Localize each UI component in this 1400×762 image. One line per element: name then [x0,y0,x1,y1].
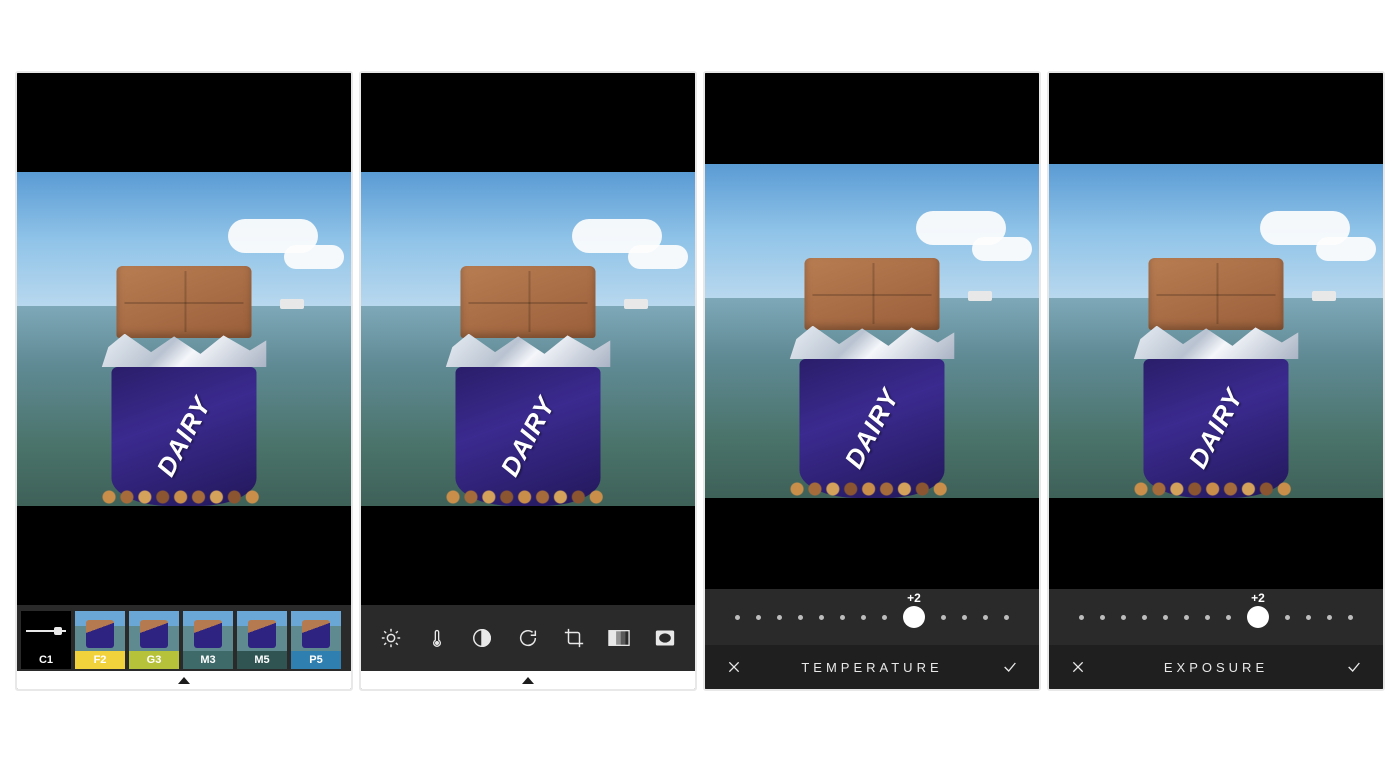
slider-tick [861,615,866,620]
editor-screen-temperature: DAIRY +2 TEMPERATURE [703,71,1041,691]
close-icon [726,659,742,675]
slider-tick [1285,615,1290,620]
slider-tick [1184,615,1189,620]
confirm-button[interactable] [1341,654,1367,680]
preset-thumbnail [129,611,179,651]
slider-tick [1100,615,1105,620]
slider-action-bar: TEMPERATURE [705,645,1039,689]
preset-thumbnail [183,611,233,651]
sun-icon [380,627,402,649]
slider-tick [840,615,845,620]
chevron-up-icon [178,677,190,684]
slider-tick [1327,615,1332,620]
preset-m3[interactable]: M3 [183,611,233,669]
contrast-icon [471,627,493,649]
product-label: DAIRY [494,392,561,482]
slider-tick [1306,615,1311,620]
slider-tick [1121,615,1126,620]
rotate-tool[interactable] [508,618,548,658]
contrast-tool[interactable] [462,618,502,658]
fade-tool[interactable] [599,618,639,658]
slider-tick [1348,615,1353,620]
edited-photo: DAIRY [705,164,1039,498]
preset-filter-strip[interactable]: C1F2G3M3M5P5 [17,605,351,671]
slider-tick [962,615,967,620]
preset-c1[interactable]: C1 [21,611,71,669]
expand-handle[interactable] [17,671,351,689]
rotate-icon [517,627,539,649]
edited-photo: DAIRY [1049,164,1383,498]
tool-icon-strip[interactable] [361,605,695,671]
adjustment-slider[interactable]: +2 [1049,589,1383,645]
vignette-tool[interactable] [645,618,685,658]
photo-canvas[interactable]: DAIRY [17,73,351,605]
photo-canvas[interactable]: DAIRY [361,73,695,605]
slider-knob[interactable] [903,606,925,628]
brightness-tool[interactable] [371,618,411,658]
slider-tick [777,615,782,620]
confirm-button[interactable] [997,654,1023,680]
cancel-button[interactable] [1065,654,1091,680]
adjustment-slider[interactable]: +2 [705,589,1039,645]
chevron-up-icon [522,677,534,684]
preset-code-label: M3 [183,651,233,669]
preset-g3[interactable]: G3 [129,611,179,669]
preset-code-label: P5 [291,651,341,669]
cancel-button[interactable] [721,654,747,680]
editor-screen-presets: DAIRY C1F2G3M3M5P5 [15,71,353,691]
slider-tick [983,615,988,620]
slider-tick [1004,615,1009,620]
slider-tick [756,615,761,620]
slider-tick [735,615,740,620]
close-icon [1070,659,1086,675]
slider-value-label: +2 [1251,591,1265,605]
slider-tick [819,615,824,620]
edited-photo: DAIRY [361,172,695,506]
slider-tick [1079,615,1084,620]
editor-screen-tools: DAIRY [359,71,697,691]
photo-canvas[interactable]: DAIRY [1049,73,1383,589]
product-label: DAIRY [1182,384,1249,474]
preset-thumbnail [291,611,341,651]
slider-action-bar: EXPOSURE [1049,645,1383,689]
edited-photo: DAIRY [17,172,351,506]
preset-m5[interactable]: M5 [237,611,287,669]
preset-p5[interactable]: P5 [291,611,341,669]
slider-tick [882,615,887,620]
slider-tick [941,615,946,620]
preset-code-label: M5 [237,651,287,669]
crop-tool[interactable] [554,618,594,658]
fade-icon [608,629,630,647]
editor-screen-exposure: DAIRY +2 EXPOSURE [1047,71,1385,691]
thermometer-icon [427,627,447,649]
slider-tick [1163,615,1168,620]
preset-thumbnail [75,611,125,651]
slider-tick [1226,615,1231,620]
slider-tick [1142,615,1147,620]
check-icon [1344,659,1364,675]
temperature-tool[interactable] [417,618,457,658]
product-label: DAIRY [150,392,217,482]
slider-tick [798,615,803,620]
preset-thumbnail [237,611,287,651]
adjustment-title: TEMPERATURE [801,660,942,675]
preset-code-label: G3 [129,651,179,669]
slider-icon [21,611,71,651]
preset-code-label: F2 [75,651,125,669]
slider-tick [1205,615,1210,620]
adjustment-title: EXPOSURE [1164,660,1268,675]
crop-icon [563,627,585,649]
check-icon [1000,659,1020,675]
slider-value-label: +2 [907,591,921,605]
preset-code-label: C1 [21,651,71,669]
vignette-icon [655,629,675,647]
product-label: DAIRY [838,384,905,474]
photo-canvas[interactable]: DAIRY [705,73,1039,589]
slider-knob[interactable] [1247,606,1269,628]
preset-f2[interactable]: F2 [75,611,125,669]
expand-handle[interactable] [361,671,695,689]
